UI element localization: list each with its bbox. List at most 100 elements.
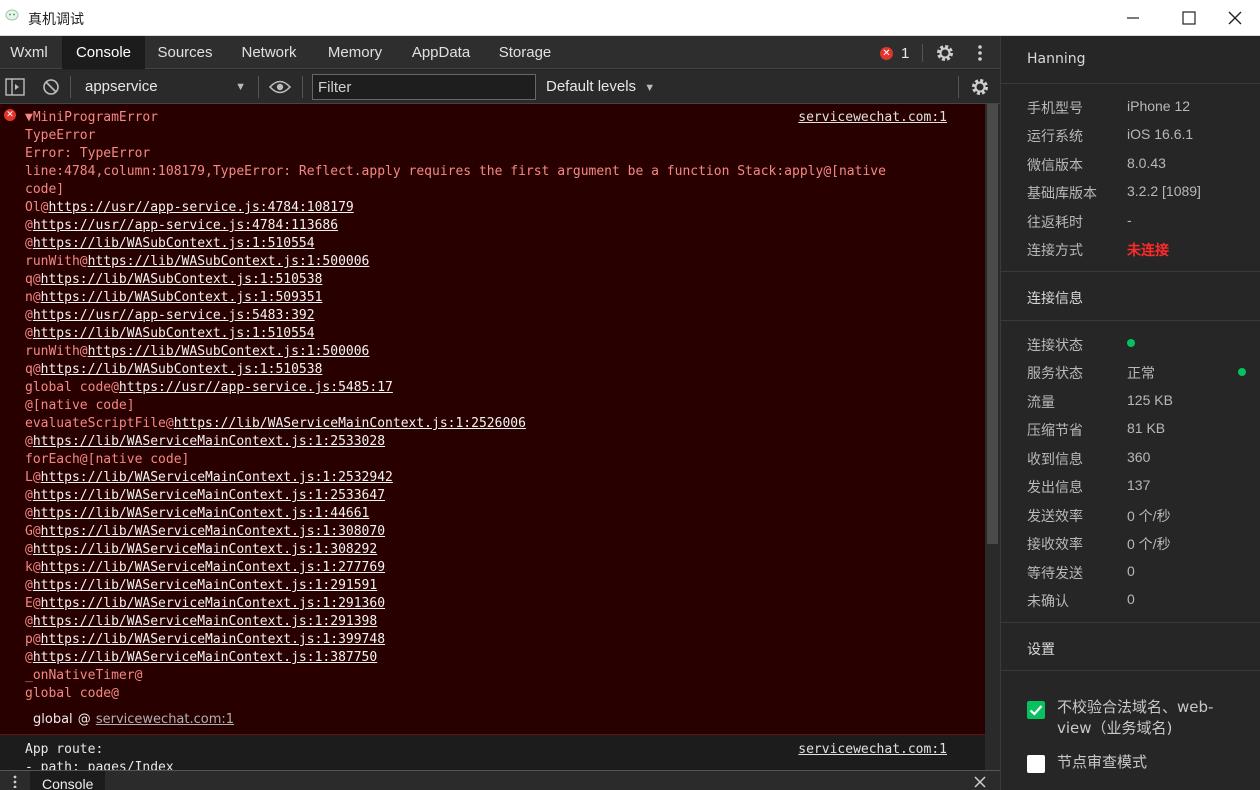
context-value: appservice: [85, 78, 158, 95]
global-source-line: global @ servicewechat.com:1: [33, 709, 234, 727]
stack-line: Error: TypeError: [25, 146, 151, 161]
conn-row-value: 0: [1127, 563, 1135, 579]
panel-tabbar: Wxml Console Sources Network Memory AppD…: [0, 36, 1000, 69]
error-source-link[interactable]: servicewechat.com:1: [798, 109, 947, 127]
stack-line: q@https://lib/WASubContext.js:1:510538: [25, 272, 323, 287]
conn-row-label: 连接状态: [1027, 338, 1083, 354]
tab-appdata[interactable]: AppData: [404, 36, 478, 69]
device-row-label: 连接方式: [1027, 243, 1083, 259]
connection-mode-status: 未连接: [1127, 242, 1169, 258]
close-icon: [1228, 11, 1242, 25]
stack-line: L@https://lib/WAServiceMainContext.js:1:…: [25, 470, 393, 485]
conn-row-value: 正常: [1127, 365, 1155, 381]
error-icon: ✕: [4, 109, 16, 121]
stack-line: @https://lib/WAServiceMainContext.js:1:2…: [25, 578, 378, 593]
connected-status-dot: [1127, 339, 1135, 347]
filter-input[interactable]: [312, 74, 536, 100]
global-label: global: [33, 712, 73, 727]
divider: [1001, 670, 1260, 671]
error-stack[interactable]: ▼MiniProgramError TypeError Error: TypeErr…: [25, 109, 945, 703]
stack-line: _onNativeTimer@: [25, 668, 143, 683]
error-counter[interactable]: ✕ 1: [880, 44, 909, 62]
divider: [1001, 320, 1260, 321]
sidebar-toggle-icon[interactable]: [5, 78, 25, 96]
drawer-bar: Console: [0, 770, 1000, 790]
error-count: 1: [901, 44, 910, 62]
stack-line: code]: [25, 182, 65, 197]
stack-line: evaluateScriptFile@https://lib/WAService…: [25, 416, 526, 431]
settings-title: 设置: [1027, 642, 1055, 658]
conn-row-value: 137: [1127, 477, 1151, 493]
conn-row-value: 360: [1127, 449, 1151, 465]
conn-row-value: 81 KB: [1127, 420, 1166, 436]
minimize-button[interactable]: [1108, 0, 1158, 36]
scroll-thumb[interactable]: [987, 104, 998, 544]
device-row-value: iOS 16.6.1: [1127, 126, 1194, 142]
tab-console[interactable]: Console: [62, 36, 145, 69]
device-row-value: 3.2.2 [1089]: [1127, 183, 1201, 199]
node-inspect-checkbox[interactable]: [1027, 755, 1045, 773]
drawer-tab-console[interactable]: Console: [30, 771, 106, 790]
more-menu-icon[interactable]: [975, 43, 985, 63]
route-lines: App route: - path: pages/Index: [25, 741, 174, 771]
skip-domain-check-checkbox[interactable]: [1027, 701, 1045, 719]
stack-line: @https://lib/WAServiceMainContext.js:1:2…: [25, 488, 386, 503]
device-row-value: 8.0.43: [1127, 155, 1166, 171]
stack-line: @https://lib/WAServiceMainContext.js:1:2…: [25, 614, 378, 629]
route-source-link[interactable]: servicewechat.com:1: [798, 741, 947, 759]
conn-row-label: 发出信息: [1027, 480, 1083, 496]
stack-line: runWith@https://lib/WASubContext.js:1:50…: [25, 344, 370, 359]
stack-line: @https://usr//app-service.js:4784:113686: [25, 218, 339, 233]
window-title: 真机调试: [28, 12, 84, 28]
conn-row-label: 流量: [1027, 395, 1055, 411]
route-message: App route: - path: pages/Index servicewec…: [0, 736, 985, 771]
device-row-value: -: [1127, 212, 1132, 228]
console-scrollbar[interactable]: [985, 104, 1000, 771]
skip-domain-check-label[interactable]: 不校验合法域名、web-view（业务域名): [1057, 697, 1247, 739]
settings-gear-icon[interactable]: [935, 43, 955, 63]
stack-line: @[native code]: [25, 398, 135, 413]
conn-row-label: 压缩节省: [1027, 423, 1083, 439]
caret-down-icon: ▼: [644, 82, 656, 94]
eye-icon[interactable]: [269, 79, 291, 95]
tab-sources[interactable]: Sources: [150, 36, 220, 69]
divider: [922, 44, 923, 62]
tab-memory[interactable]: Memory: [318, 36, 392, 69]
route-line: App route:: [25, 742, 104, 757]
close-drawer-icon[interactable]: [974, 776, 986, 788]
close-window-button[interactable]: [1210, 0, 1260, 36]
conn-row-value: 0: [1127, 591, 1135, 607]
tab-wxml[interactable]: Wxml: [0, 36, 58, 69]
service-status-dot: [1238, 368, 1246, 376]
stack-line: TypeError: [25, 128, 96, 143]
maximize-button[interactable]: [1164, 0, 1214, 36]
console-settings-gear-icon[interactable]: [970, 77, 990, 97]
stack-line: global code@https://usr//app-service.js:…: [25, 380, 393, 395]
divider: [70, 76, 71, 98]
devtools-pane: Wxml Console Sources Network Memory AppD…: [0, 36, 1000, 790]
conn-row-label: 发送效率: [1027, 509, 1083, 525]
conn-row-value: 0 个/秒: [1127, 508, 1171, 524]
clear-console-icon[interactable]: [42, 78, 60, 96]
stack-line: @https://lib/WAServiceMainContext.js:1:2…: [25, 434, 386, 449]
context-select[interactable]: appservice ▼: [80, 74, 252, 100]
stack-line: E@https://lib/WAServiceMainContext.js:1:…: [25, 596, 386, 611]
drawer-menu-icon[interactable]: [12, 774, 18, 788]
conn-row-label: 等待发送: [1027, 566, 1083, 582]
stack-line: @https://lib/WAServiceMainContext.js:1:3…: [25, 650, 378, 665]
log-levels-select[interactable]: Default levels ▼: [546, 74, 655, 100]
global-source-link[interactable]: servicewechat.com:1: [96, 712, 234, 727]
device-name: Hanning: [1027, 51, 1086, 67]
tab-storage[interactable]: Storage: [490, 36, 560, 69]
tab-network[interactable]: Network: [232, 36, 306, 69]
divider: [302, 76, 303, 98]
device-row-label: 运行系统: [1027, 129, 1083, 145]
stack-line: forEach@[native code]: [25, 452, 190, 467]
stack-line: @https://lib/WASubContext.js:1:510554: [25, 326, 315, 341]
node-inspect-label[interactable]: 节点审查模式: [1057, 752, 1247, 773]
device-info-panel: Hanning 手机型号 iPhone 12 运行系统 iOS 16.6.1 微…: [1000, 36, 1260, 790]
checkmark-icon: [1029, 705, 1043, 716]
minimize-icon: [1127, 17, 1139, 19]
device-row-label: 微信版本: [1027, 158, 1083, 174]
conn-row-value: 0 个/秒: [1127, 536, 1171, 552]
